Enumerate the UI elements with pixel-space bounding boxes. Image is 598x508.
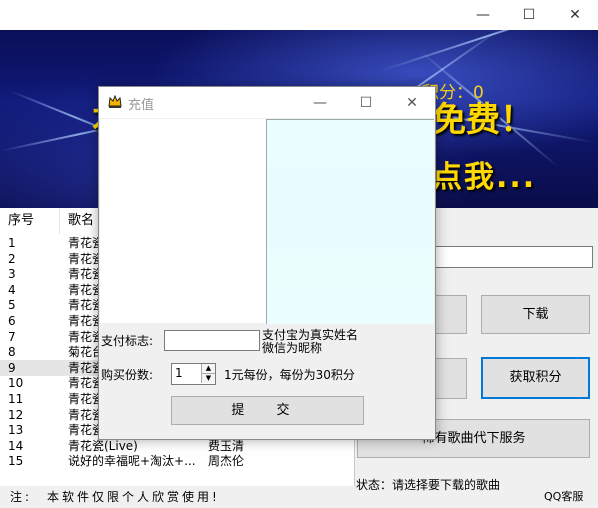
row-number: 5 [8,298,16,313]
dialog-titlebar: 充值 — ☐ ✕ [99,87,435,118]
row-number: 6 [8,314,16,328]
table-row[interactable]: 14 青花瓷(Live) 费玉清 [0,438,354,454]
row-number: 14 [8,438,24,453]
close-icon: ✕ [406,94,418,111]
dialog-minimize-button[interactable]: — [297,87,343,118]
maximize-button[interactable]: ☐ [506,0,552,30]
row-song-name: 青花瓷(Live) [68,438,138,453]
spin-down-icon[interactable]: ▼ [201,373,215,383]
row-number: 7 [8,329,16,344]
quantity-value: 1 [175,366,183,380]
dialog-close-button[interactable]: ✕ [389,87,435,118]
quantity-label: 购买份数: [101,368,154,382]
maximize-icon: ☐ [359,94,373,111]
quantity-stepper[interactable]: 1 ▲ ▼ [171,363,216,385]
row-number: 11 [8,392,24,406]
row-number: 4 [8,282,16,297]
app-crown-icon [108,95,122,108]
row-number: 12 [8,407,24,422]
minimize-button[interactable]: — [460,0,506,30]
search-input[interactable] [433,246,593,268]
row-artist: 周杰伦 [208,454,245,469]
column-header-number[interactable]: 序号 [0,208,60,234]
row-artist: 费玉清 [208,438,245,453]
qq-service-link[interactable]: QQ客服 [544,488,583,504]
banner-text-click-me[interactable]: 点我... [432,152,536,196]
table-row[interactable]: 15 说好的幸福呢+淘汰+... 周杰伦 [0,453,354,469]
row-number: 9 [8,360,16,375]
close-icon: ✕ [569,7,581,23]
row-song-name: 说好的幸福呢+淘汰+... [68,454,196,469]
status-label: 状态：请选择要下载的歌曲 [356,478,501,492]
row-number: 15 [8,454,24,469]
row-number: 1 [8,236,16,250]
row-number: 10 [8,376,24,391]
window-titlebar: — ☐ ✕ [0,0,598,30]
row-number: 3 [8,267,16,282]
row-number: 8 [8,345,16,360]
pay-label: 支付标志: [101,334,154,348]
download-button[interactable]: 下载 [481,295,590,334]
usage-note: 注: 本软件仅限个人欣赏使用! [10,490,220,504]
dialog-title: 充值 [128,98,155,113]
submit-button[interactable]: 提 交 [171,396,364,425]
minimize-icon: — [313,94,327,111]
recharge-dialog: 充值 — ☐ ✕ 支付标志: 支付宝为真实姓名 微信为昵称 购买份数: 1 ▲ … [98,86,436,440]
close-button[interactable]: ✕ [552,0,598,30]
pay-name-input[interactable] [164,330,260,351]
row-number: 2 [8,251,16,266]
row-number: 13 [8,423,24,438]
pay-hint-wechat: 微信为昵称 [262,341,323,355]
spin-up-icon[interactable]: ▲ [201,364,215,373]
alipay-qr-image [100,119,266,323]
maximize-icon: ☐ [522,7,536,23]
wechat-qr-image [266,119,434,324]
dialog-maximize-button[interactable]: ☐ [343,87,389,118]
minimize-icon: — [476,7,490,23]
price-info: 1元每份，每份为30积分 [224,368,355,382]
get-points-button[interactable]: 获取积分 [481,357,590,399]
banner-text-free: 免费！ [432,100,534,140]
